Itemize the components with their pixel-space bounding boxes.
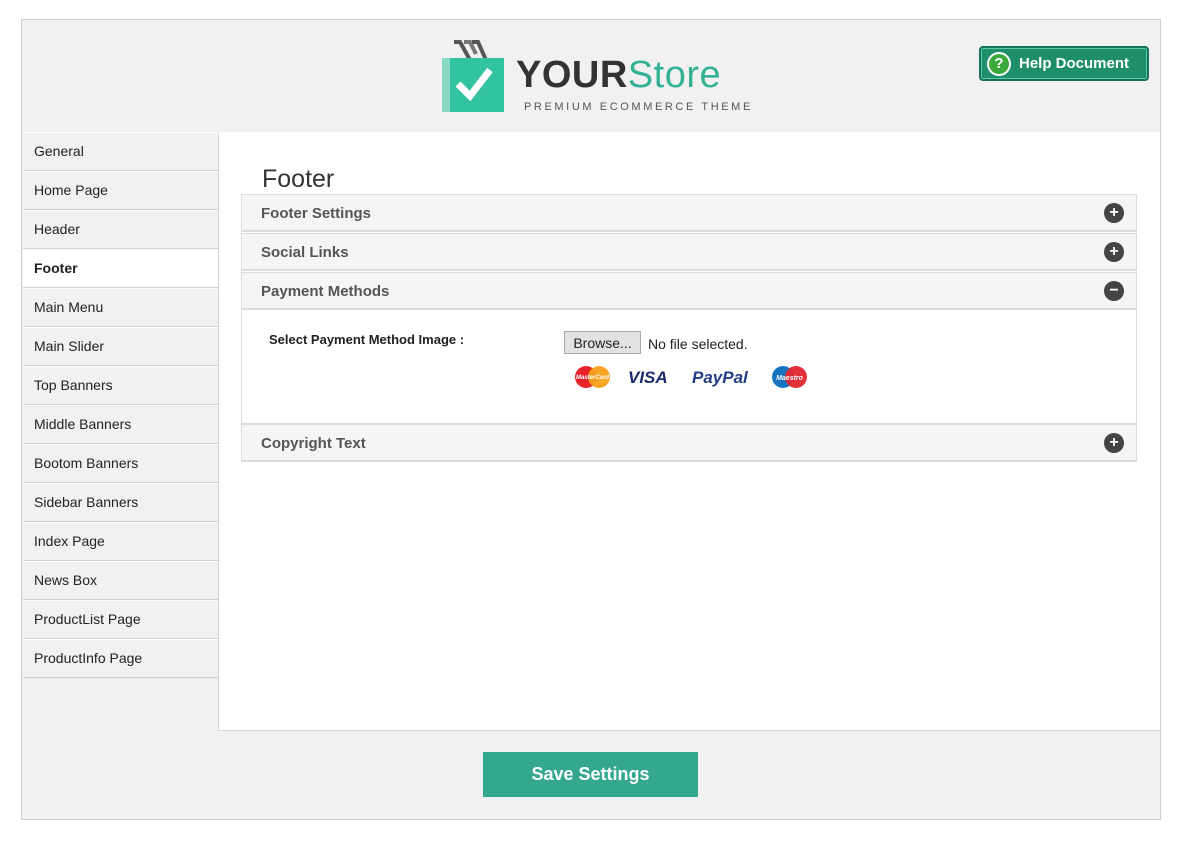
help-document-button[interactable]: ? Help Document [979,46,1149,81]
logo-title: YOURStore [516,54,721,96]
help-document-label: Help Document [1019,55,1130,72]
settings-frame: YOURStore PREMIUM ECOMMERCE THEME ? Help… [21,19,1161,820]
file-status-text: No file selected. [648,336,748,352]
section-label: Social Links [261,244,349,261]
logo-tagline: PREMIUM ECOMMERCE THEME [524,101,753,113]
svg-text:Maestro: Maestro [776,375,804,382]
settings-accordion: Footer Settings + Social Links + Payment… [241,194,1137,463]
sidebar-item-main-menu[interactable]: Main Menu [23,288,218,327]
page-title: Footer [262,164,335,193]
section-social-links[interactable]: Social Links + [241,233,1137,271]
section-label: Footer Settings [261,205,372,222]
maestro-logo-icon: Maestro [772,366,807,388]
paypal-logo-icon: PayPal [692,368,749,387]
section-copyright-text[interactable]: Copyright Text + [241,424,1137,462]
expand-plus-icon[interactable]: + [1104,433,1124,453]
sidebar-item-main-slider[interactable]: Main Slider [23,327,218,366]
sidebar-item-productinfo-page[interactable]: ProductInfo Page [23,639,218,678]
sidebar-item-top-banners[interactable]: Top Banners [23,366,218,405]
sidebar-item-bottom-banners[interactable]: Bootom Banners [23,444,218,483]
visa-logo-icon: VISA [628,368,668,387]
browse-file-button[interactable]: Browse... [564,331,641,354]
logo-your: YOUR [516,54,628,96]
save-settings-button[interactable]: Save Settings [483,752,698,797]
sidebar-item-header[interactable]: Header [23,210,218,249]
sidebar-item-general[interactable]: General [23,132,218,171]
payment-image-label: Select Payment Method Image : [269,332,465,347]
sidebar-item-index-page[interactable]: Index Page [23,522,218,561]
sidebar-item-news-box[interactable]: News Box [23,561,218,600]
main-panel: Footer Footer Settings + Social Links + … [218,132,1160,731]
svg-text:MasterCard: MasterCard [576,375,609,381]
question-icon: ? [987,51,1011,76]
sidebar-item-productlist-page[interactable]: ProductList Page [23,600,218,639]
store-logo: YOURStore PREMIUM ECOMMERCE THEME [440,40,750,116]
payment-cards-image: MasterCard VISA PayPal Maestro [575,366,807,388]
sidebar-item-middle-banners[interactable]: Middle Banners [23,405,218,444]
section-footer-settings[interactable]: Footer Settings + [241,194,1137,232]
collapse-minus-icon[interactable]: − [1104,281,1124,301]
shopping-bag-logo-icon [442,40,504,112]
sidebar-nav: General Home Page Header Footer Main Men… [23,132,230,678]
section-label: Copyright Text [261,435,366,452]
sidebar-item-sidebar-banners[interactable]: Sidebar Banners [23,483,218,522]
mastercard-logo-icon: MasterCard [575,366,610,388]
section-label: Payment Methods [261,283,390,300]
expand-plus-icon[interactable]: + [1104,203,1124,223]
sidebar-item-footer[interactable]: Footer [23,249,230,288]
sidebar-item-home-page[interactable]: Home Page [23,171,218,210]
logo-store: Store [627,54,722,96]
expand-plus-icon[interactable]: + [1104,242,1124,262]
section-payment-methods[interactable]: Payment Methods − [241,272,1137,310]
payment-methods-body: Select Payment Method Image : Browse... … [241,310,1137,424]
